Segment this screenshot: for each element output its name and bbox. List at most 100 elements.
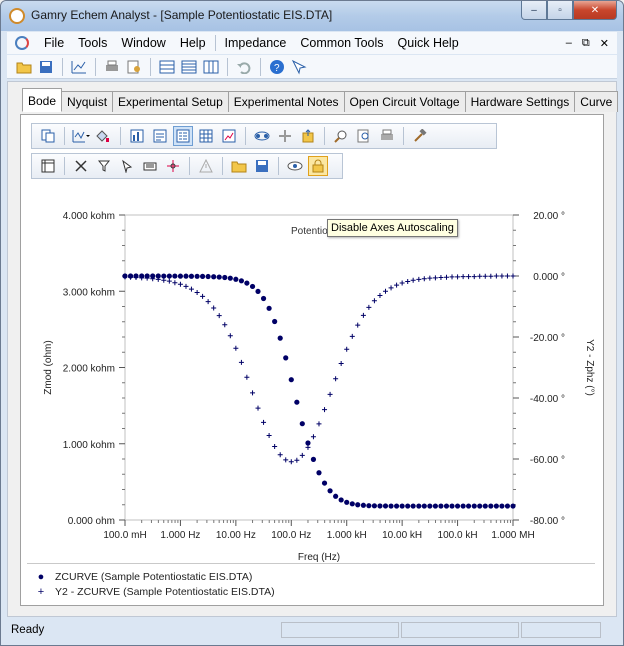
tab-nyquist[interactable]: Nyquist bbox=[61, 91, 114, 112]
zmod-point bbox=[504, 503, 511, 509]
zmod-point bbox=[316, 470, 322, 476]
menu-quick-help[interactable]: Quick Help bbox=[391, 36, 466, 50]
zmod-point bbox=[449, 503, 455, 509]
save-icon[interactable] bbox=[37, 58, 55, 76]
close-button[interactable]: ✕ bbox=[573, 1, 617, 20]
document-icon[interactable] bbox=[15, 36, 29, 50]
zmod-point bbox=[260, 295, 267, 302]
legend-label: Y2 - ZCURVE (Sample Potentiostatic EIS.D… bbox=[55, 585, 275, 598]
mdi-minimize-button[interactable]: – bbox=[566, 37, 572, 50]
zmod-point bbox=[194, 273, 200, 279]
zmod-point bbox=[283, 355, 289, 361]
y-left-tick-label: 0.000 ohm bbox=[68, 516, 115, 527]
x-axis-label: Freq (Hz) bbox=[298, 552, 340, 563]
help-icon[interactable]: ? bbox=[268, 58, 286, 76]
menu-common-tools[interactable]: Common Tools bbox=[293, 36, 390, 50]
y-left-axis-label: Zmod (ohm) bbox=[43, 340, 54, 394]
zmod-point bbox=[188, 273, 195, 279]
zmod-point bbox=[294, 399, 300, 405]
zmod-point bbox=[360, 502, 366, 508]
mdi-restore-button[interactable]: ⧉ bbox=[582, 37, 590, 50]
zmod-point bbox=[460, 503, 466, 509]
mdi-close-button[interactable]: ✕ bbox=[600, 37, 609, 50]
chart-icon[interactable] bbox=[70, 58, 88, 76]
zmod-point bbox=[355, 502, 361, 508]
zmod-point bbox=[388, 503, 394, 509]
tile-horizontal-icon[interactable] bbox=[158, 58, 176, 76]
zmod-point bbox=[255, 288, 261, 295]
zmod-point bbox=[288, 377, 294, 383]
tab-open-circuit-voltage[interactable]: Open Circuit Voltage bbox=[343, 91, 466, 112]
undo-icon[interactable] bbox=[235, 58, 253, 76]
menu-impedance[interactable]: Impedance bbox=[218, 36, 294, 50]
zmod-point bbox=[338, 497, 344, 503]
svg-text:?: ? bbox=[274, 63, 280, 74]
title-bar[interactable]: Gamry Echem Analyst - [Sample Potentiost… bbox=[1, 1, 623, 31]
zmod-point bbox=[277, 335, 283, 341]
x-tick-label: 1.000 Hz bbox=[160, 530, 200, 541]
main-toolbar: ? bbox=[7, 55, 617, 79]
y-right-tick-label: -60.00 ° bbox=[530, 455, 565, 466]
legend-item-phase[interactable]: + Y2 - ZCURVE (Sample Potentiostatic EIS… bbox=[27, 584, 595, 599]
tab-bode[interactable]: Bode bbox=[22, 88, 63, 112]
menu-help[interactable]: Help bbox=[173, 36, 213, 50]
zmod-point bbox=[177, 273, 184, 279]
tab-curve[interactable]: Curve bbox=[574, 91, 619, 112]
mdi-controls: – ⧉ ✕ bbox=[566, 37, 617, 50]
status-pane bbox=[281, 622, 399, 638]
status-pane bbox=[521, 622, 601, 638]
cascade-icon[interactable] bbox=[180, 58, 198, 76]
toolbar-separator bbox=[95, 57, 96, 76]
open-folder-icon[interactable] bbox=[15, 58, 33, 76]
zmod-point bbox=[199, 273, 206, 279]
zmod-point bbox=[166, 273, 172, 279]
bode-plot[interactable]: 100.0 mH 1.000 Hz 10.00 Hz 100.0 Hz 1.000 kH… bbox=[21, 115, 605, 563]
y-right-tick-label: 0.000 ° bbox=[533, 272, 565, 283]
tab-experimental-setup[interactable]: Experimental Setup bbox=[112, 91, 229, 112]
zmod-point bbox=[249, 283, 256, 290]
tab-experimental-notes[interactable]: Experimental Notes bbox=[227, 91, 345, 112]
menu-window[interactable]: Window bbox=[114, 36, 172, 50]
zmod-point bbox=[310, 456, 317, 462]
chart-legend: ● ZCURVE (Sample Potentiostatic EIS.DTA)… bbox=[27, 563, 595, 603]
print-icon[interactable] bbox=[103, 58, 121, 76]
x-tick-label: 1.000 kH bbox=[327, 530, 367, 541]
status-bar: Ready bbox=[7, 619, 617, 641]
zmod-point bbox=[454, 503, 461, 509]
tab-hardware-settings[interactable]: Hardware Settings bbox=[464, 91, 576, 112]
maximize-button[interactable]: ▫ bbox=[547, 1, 573, 20]
zmod-point bbox=[443, 503, 450, 509]
zmod-point bbox=[216, 274, 222, 280]
print-preview-icon[interactable] bbox=[125, 58, 143, 76]
context-help-icon[interactable] bbox=[290, 58, 308, 76]
menu-file[interactable]: File bbox=[37, 36, 71, 50]
zmod-point bbox=[183, 273, 189, 279]
window-title: Gamry Echem Analyst - [Sample Potentiost… bbox=[31, 8, 333, 22]
zmod-point bbox=[349, 501, 355, 507]
zmod-point bbox=[410, 503, 416, 509]
status-pane bbox=[401, 622, 519, 638]
menu-separator bbox=[214, 35, 216, 51]
zmod-point bbox=[227, 275, 233, 281]
toolbar-separator bbox=[150, 57, 151, 76]
minimize-button[interactable]: – bbox=[521, 1, 547, 20]
menu-tools[interactable]: Tools bbox=[71, 36, 114, 50]
zmod-point bbox=[272, 318, 278, 325]
zmod-point bbox=[344, 499, 350, 505]
zmod-point bbox=[465, 503, 472, 509]
zmod-point bbox=[421, 503, 427, 509]
toolbar-separator bbox=[227, 57, 228, 76]
legend-item-zcurve[interactable]: ● ZCURVE (Sample Potentiostatic EIS.DTA) bbox=[27, 569, 595, 584]
tile-vertical-icon[interactable] bbox=[202, 58, 220, 76]
toolbar-separator bbox=[260, 57, 261, 76]
y-right-axis-label: Y2 - Zphz (°) bbox=[584, 339, 595, 396]
zmod-point bbox=[333, 493, 339, 499]
y-left-tick-label: 2.000 kohm bbox=[63, 364, 115, 375]
zmod-point bbox=[266, 305, 272, 311]
zmod-point bbox=[427, 503, 433, 509]
zmod-point bbox=[299, 421, 305, 427]
y-right-tick-label: -40.00 ° bbox=[530, 394, 565, 405]
zmod-point bbox=[405, 503, 411, 509]
zmod-point bbox=[366, 503, 372, 509]
zmod-point bbox=[211, 274, 217, 280]
